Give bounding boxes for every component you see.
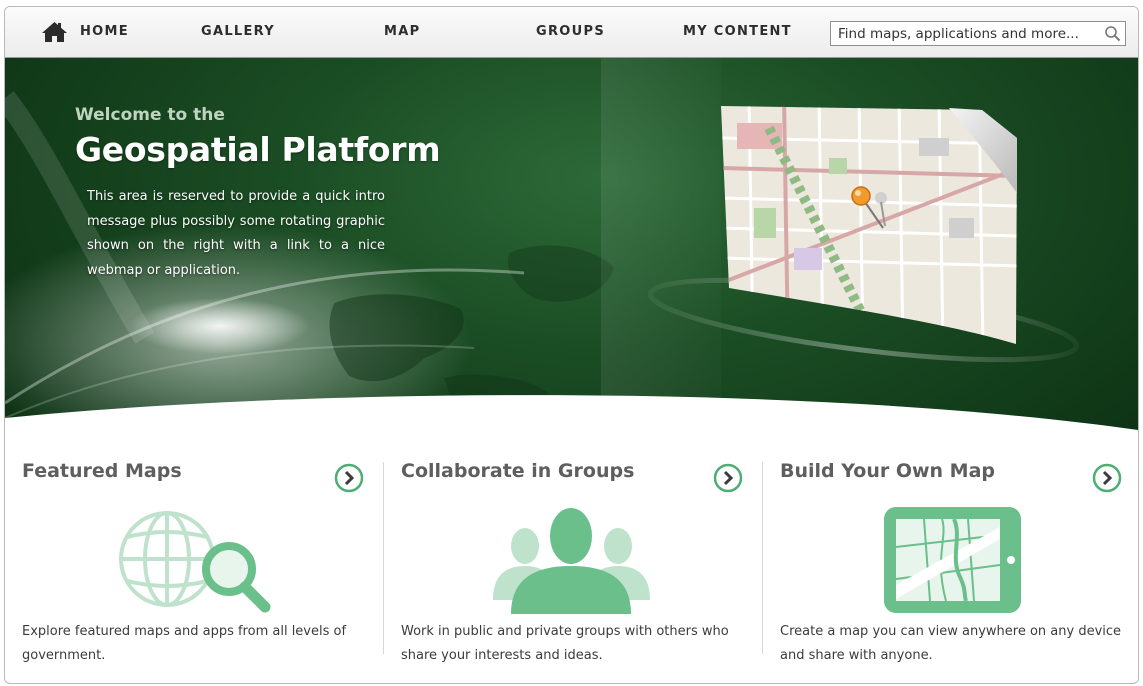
nav-map[interactable]: MAP <box>384 24 420 39</box>
arrow-right-circle-icon[interactable] <box>334 463 364 493</box>
nav-my-content[interactable]: MY CONTENT <box>683 24 792 39</box>
card-title[interactable]: Build Your Own Map <box>780 460 995 482</box>
hero-banner: Welcome to the Geospatial Platform This … <box>5 58 1138 431</box>
hero-pretitle: Welcome to the <box>75 105 225 125</box>
hero-intro-text: This area is reserved to provide a quick… <box>87 189 385 278</box>
nav-groups[interactable]: GROUPS <box>536 24 605 39</box>
home-icon[interactable] <box>41 21 68 43</box>
group-people-icon <box>493 508 650 614</box>
card-build-map: Build Your Own Map Create a map you can … <box>763 454 1138 683</box>
curled-map-graphic[interactable] <box>649 98 1089 388</box>
search-input[interactable] <box>831 22 1099 45</box>
arrow-right-circle-icon[interactable] <box>713 463 743 493</box>
card-title[interactable]: Collaborate in Groups <box>401 460 634 482</box>
card-description: Explore featured maps and apps from all … <box>22 624 347 663</box>
globe-search-icon <box>119 511 271 613</box>
page-frame: HOME GALLERY MAP GROUPS MY CONTENT Find … <box>4 6 1139 684</box>
arrow-right-circle-icon[interactable] <box>1092 463 1122 493</box>
nav-home[interactable]: HOME <box>80 24 129 39</box>
search-icon[interactable] <box>1104 25 1121 42</box>
card-description: Create a map you can view anywhere on an… <box>780 624 1122 663</box>
card-description: Work in public and private groups with o… <box>401 624 729 663</box>
top-nav: HOME GALLERY MAP GROUPS MY CONTENT <box>5 7 1138 58</box>
card-featured-maps: Featured Maps Explore featured maps and … <box>5 454 383 683</box>
search-box <box>830 21 1126 46</box>
card-collaborate-groups: Collaborate in Groups Work in public and… <box>384 454 762 683</box>
nav-gallery[interactable]: GALLERY <box>201 24 275 39</box>
tablet-map-icon <box>884 507 1021 613</box>
card-title[interactable]: Featured Maps <box>22 460 182 482</box>
hero-title: Geospatial Platform <box>75 130 441 169</box>
